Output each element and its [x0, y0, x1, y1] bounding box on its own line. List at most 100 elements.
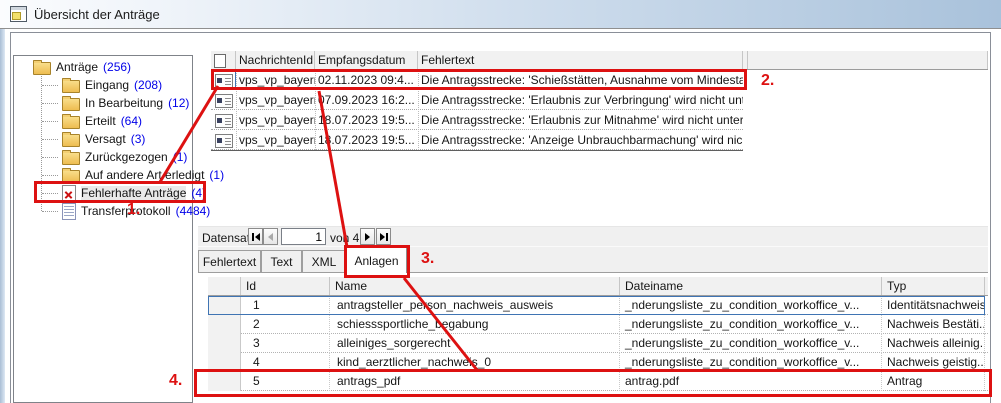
page-icon — [214, 54, 226, 68]
tree-item-count: (1) — [209, 168, 224, 182]
cell-typ: Nachweis alleinig... — [882, 334, 985, 353]
tree-item-count: (12) — [168, 96, 189, 110]
folder-icon — [62, 152, 80, 165]
tree-item-count: (208) — [134, 78, 162, 92]
annotation-step-label: 3. — [421, 250, 434, 268]
cell-empfangsdatum: 07.09.2023 16:2... — [315, 90, 418, 110]
first-record-button[interactable] — [248, 228, 263, 245]
attachments-table-header: Id Name Dateiname Typ — [208, 277, 988, 296]
row-header-cell — [208, 334, 241, 353]
cell-nachrichtenid: vps_vp_bayern_... — [236, 130, 315, 150]
first-record-icon — [255, 233, 260, 241]
column-header-typ[interactable]: Typ — [882, 277, 985, 295]
cell-typ: Nachweis Bestäti... — [882, 315, 985, 334]
record-count-label: von 4 — [330, 230, 359, 246]
tab-xml[interactable]: XML — [302, 250, 346, 272]
attachment-row[interactable]: 2 schiesssportliche_begabung _nderungsli… — [208, 315, 988, 334]
tree-item-eingang[interactable]: Eingang (208) — [14, 76, 240, 94]
tree-item-label: Eingang — [85, 78, 129, 92]
annotation-box-attachment-row — [194, 369, 992, 397]
column-header-dateiname[interactable]: Dateiname — [620, 277, 882, 295]
message-table-header: NachrichtenId Empfangsdatum Fehlertext — [211, 51, 988, 70]
application-window: Übersicht der Anträge Anträge (256) Eing… — [0, 0, 1001, 403]
tree-item-zurueckgezogen[interactable]: Zurückgezogen (1) — [14, 148, 240, 166]
cell-id: 3 — [241, 334, 330, 353]
next-record-button[interactable] — [360, 228, 375, 245]
cell-fehlertext: Die Antragsstrecke: 'Erlaubnis zur Verbr… — [418, 90, 743, 110]
message-icon — [215, 134, 233, 148]
column-header-fehlertext[interactable]: Fehlertext — [418, 51, 743, 69]
annotation-box-tree-item — [34, 181, 206, 203]
cell-dateiname: _nderungsliste_zu_condition_workoffice_v… — [620, 315, 882, 334]
tree-item-count: (1) — [173, 150, 188, 164]
tab-fehlertext[interactable]: Fehlertext — [198, 250, 261, 272]
tree-item-erteilt[interactable]: Erteilt (64) — [14, 112, 240, 130]
cell-id: 2 — [241, 315, 330, 334]
window-icon — [10, 6, 27, 22]
window-title: Übersicht der Anträge — [34, 7, 160, 22]
column-header-name[interactable]: Name — [330, 277, 620, 295]
annotation-step-label: 2. — [761, 72, 774, 90]
row-header-cell — [208, 315, 241, 334]
last-record-icon — [386, 233, 388, 241]
row-header-column — [208, 277, 241, 295]
tree-item-count: (256) — [103, 60, 131, 74]
folder-icon — [62, 98, 80, 111]
tree-item-label: Zurückgezogen — [85, 150, 168, 164]
cell-name: alleiniges_sorgerecht — [330, 334, 620, 353]
tree-item-count: (3) — [131, 132, 146, 146]
cell-fehlertext: Die Antragsstrecke: 'Erlaubnis zur Mitna… — [418, 110, 743, 130]
record-number-input[interactable] — [281, 228, 326, 245]
toolbar-divider — [198, 246, 988, 247]
tree-item-label: Auf andere Art erledigt — [85, 168, 204, 182]
message-icon — [215, 114, 233, 128]
protocol-document-icon — [62, 203, 76, 220]
cell-nachrichtenid: vps_vp_bayern_... — [236, 110, 315, 130]
message-icon — [215, 94, 233, 108]
cell-fehlertext: Die Antragsstrecke: 'Anzeige Unbrauchbar… — [418, 130, 743, 150]
column-header-empfangsdatum[interactable]: Empfangsdatum — [315, 51, 418, 69]
cell-empfangsdatum: 18.07.2023 19:5... — [315, 110, 418, 130]
column-header-id[interactable]: Id — [241, 277, 330, 295]
annotation-step-label: 1. — [127, 201, 140, 219]
window-titlebar[interactable]: Übersicht der Anträge — [0, 0, 1001, 29]
icon-column-header[interactable] — [211, 51, 236, 69]
annotation-box-anlagen-tab — [344, 245, 410, 278]
attachment-row[interactable]: 3 alleiniges_sorgerecht _nderungsliste_z… — [208, 334, 988, 353]
tab-text[interactable]: Text — [261, 250, 302, 272]
tree-item-count: (4484) — [176, 204, 211, 218]
tree-item-label: Erteilt — [85, 114, 116, 128]
tree-item-label: Versagt — [85, 132, 126, 146]
message-row[interactable]: vps_vp_bayern_... 18.07.2023 19:5... Die… — [211, 110, 743, 130]
folder-tree: Anträge (256) Eingang (208) In Bearbeitu… — [13, 55, 193, 403]
previous-record-icon — [268, 233, 273, 241]
folder-icon — [62, 80, 80, 93]
next-record-icon — [365, 233, 370, 241]
message-row[interactable]: vps_vp_bayern_... 18.07.2023 19:5... Die… — [211, 130, 743, 150]
cell-name: schiesssportliche_begabung — [330, 315, 620, 334]
tree-item-label: Transferprotokoll — [81, 204, 171, 218]
tree-item-label: Anträge — [56, 60, 98, 74]
message-row[interactable]: vps_vp_bayern_... 07.09.2023 16:2... Die… — [211, 90, 743, 110]
folder-icon — [33, 62, 51, 75]
tree-item-antraege[interactable]: Anträge (256) — [14, 58, 211, 76]
tree-item-count: (64) — [121, 114, 142, 128]
tree-item-in-bearbeitung[interactable]: In Bearbeitung (12) — [14, 94, 240, 112]
tree-item-label: In Bearbeitung — [85, 96, 163, 110]
blank-column-header — [747, 51, 988, 69]
folder-icon — [62, 134, 80, 147]
previous-record-button[interactable] — [263, 228, 278, 245]
list-end-line — [211, 150, 743, 151]
tree-item-versagt[interactable]: Versagt (3) — [14, 130, 240, 148]
folder-icon — [62, 116, 80, 129]
last-record-button[interactable] — [376, 228, 391, 245]
window-border-left — [0, 29, 5, 403]
last-record-icon — [380, 233, 385, 241]
first-record-icon — [252, 233, 254, 241]
column-header-nachrichtenid[interactable]: NachrichtenId — [236, 51, 315, 69]
selected-attachment-row-border — [208, 296, 985, 315]
cell-empfangsdatum: 18.07.2023 19:5... — [315, 130, 418, 150]
cell-nachrichtenid: vps_vp_bayern_... — [236, 90, 315, 110]
annotation-box-message-row — [211, 69, 747, 90]
cell-dateiname: _nderungsliste_zu_condition_workoffice_v… — [620, 334, 882, 353]
